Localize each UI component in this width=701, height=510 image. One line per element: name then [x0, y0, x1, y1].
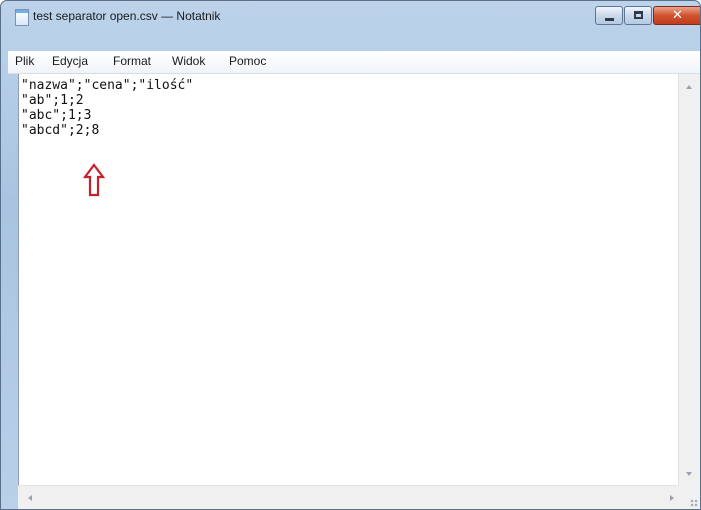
scroll-right-icon[interactable] [670, 495, 674, 501]
notepad-window: test separator open.csv — Notatnik ✕ Pli… [0, 0, 701, 510]
close-button[interactable]: ✕ [653, 6, 700, 25]
menu-plik[interactable]: Plik [15, 54, 34, 68]
size-grip[interactable] [678, 485, 700, 509]
text-line: "ab";1;2 [21, 93, 84, 108]
minimize-icon [605, 18, 614, 21]
up-arrow-icon [83, 163, 105, 197]
scroll-left-icon[interactable] [28, 495, 32, 501]
resize-grip-icon [690, 499, 698, 507]
menu-widok[interactable]: Widok [172, 54, 205, 68]
window-title: test separator open.csv — Notatnik [33, 9, 221, 23]
minimize-button[interactable] [595, 6, 623, 25]
text-line: "abcd";2;8 [21, 123, 100, 138]
notepad-icon [15, 9, 29, 26]
menu-bar: Plik Edycja Format Widok Pomoc [8, 51, 700, 74]
text-line: "nazwa";"cena";"ilość" [21, 78, 194, 93]
close-icon: ✕ [672, 8, 683, 23]
title-bar[interactable]: test separator open.csv — Notatnik ✕ [1, 1, 700, 33]
horizontal-scrollbar[interactable] [18, 485, 678, 509]
vertical-scrollbar[interactable] [678, 74, 700, 485]
menu-edycja[interactable]: Edycja [52, 54, 88, 68]
maximize-icon [634, 11, 643, 19]
text-line: "abc";1;3 [21, 108, 92, 123]
text-editor[interactable]: "nazwa";"cena";"ilość" "ab";1;2 "abc";1;… [18, 74, 679, 485]
scroll-down-icon[interactable] [686, 472, 692, 476]
menu-format[interactable]: Format [113, 54, 151, 68]
menu-pomoc[interactable]: Pomoc [229, 54, 266, 68]
scroll-up-icon[interactable] [686, 85, 692, 89]
editor-content[interactable]: "nazwa";"cena";"ilość" "ab";1;2 "abc";1;… [21, 78, 193, 138]
maximize-button[interactable] [624, 6, 652, 25]
